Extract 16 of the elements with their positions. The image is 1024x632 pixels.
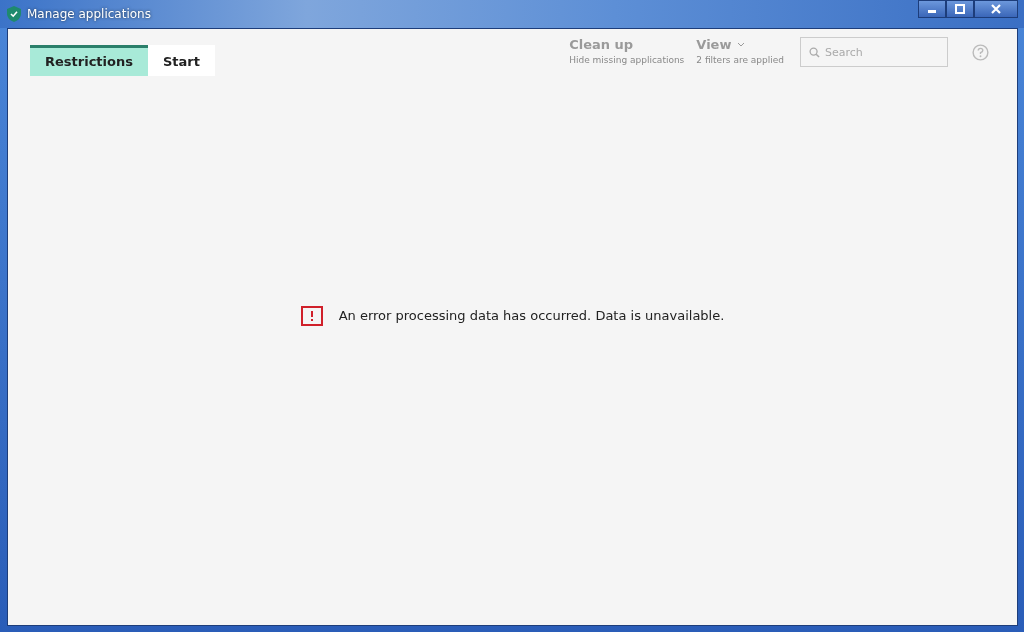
caret-icon — [737, 42, 746, 47]
error-message: An error processing data has occurred. Data is unavailable. — [338, 308, 725, 323]
tab[interactable]: Restrictions — [30, 45, 148, 76]
minimize-button[interactable] — [918, 0, 946, 18]
maximize-button[interactable] — [946, 0, 974, 18]
maximize-icon — [955, 4, 965, 14]
shield-icon — [7, 6, 21, 22]
action-caption: 2 filters are applied — [696, 55, 784, 65]
error-icon — [300, 305, 323, 326]
search-field[interactable]: Search — [800, 37, 948, 67]
window-title: Manage applications — [27, 7, 151, 21]
search-icon — [809, 47, 820, 58]
close-icon — [991, 4, 1001, 14]
action-caption: Hide missing applications — [569, 55, 685, 65]
tab[interactable]: Start — [147, 45, 215, 76]
close-button[interactable] — [974, 0, 1018, 18]
